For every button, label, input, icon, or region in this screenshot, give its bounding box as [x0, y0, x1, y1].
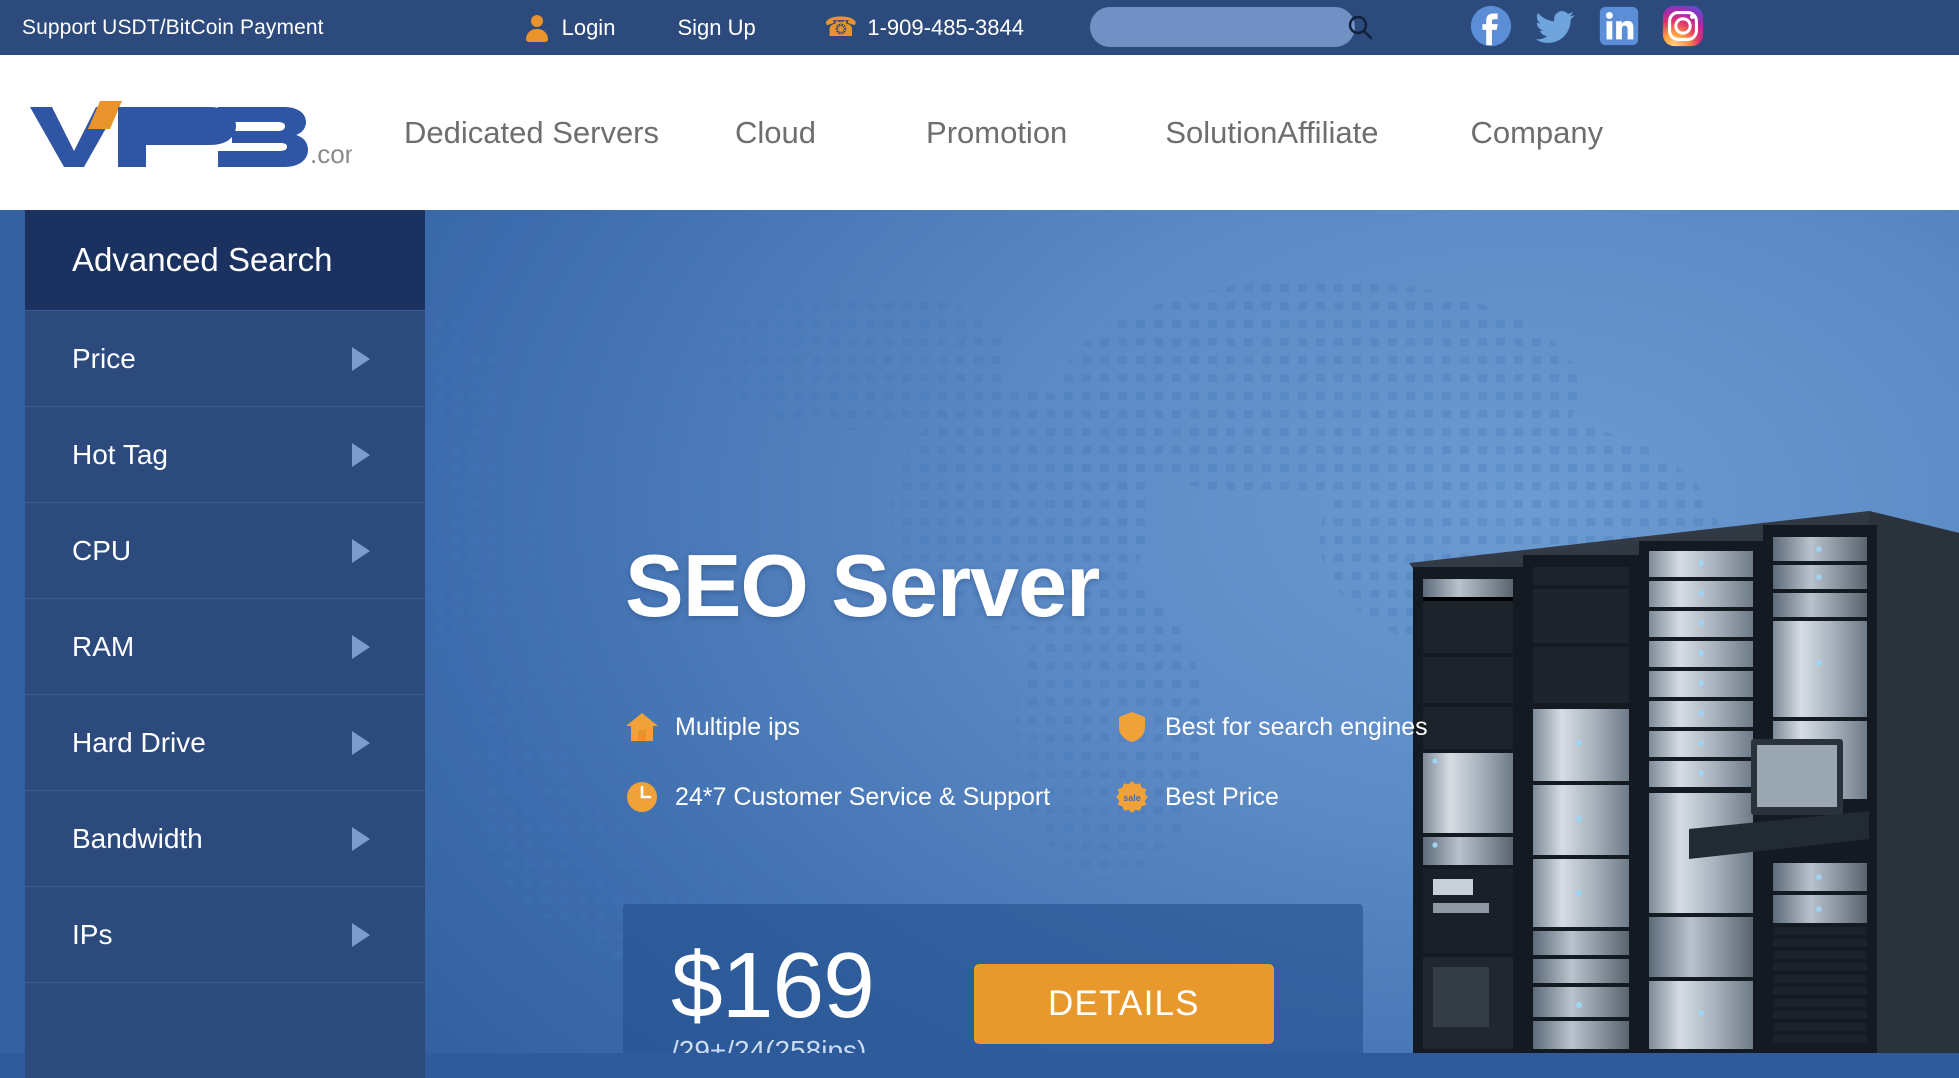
nav-item-solution[interactable]: Solution	[1165, 107, 1277, 159]
sidebar-item-label: RAM	[72, 630, 135, 662]
linkedin-icon[interactable]	[1596, 3, 1642, 49]
feature-label: Multiple ips	[675, 712, 801, 741]
nav-item-company[interactable]: Company	[1470, 107, 1603, 159]
feature-label: Best Price	[1165, 782, 1279, 811]
price-amount: $169	[671, 932, 875, 1037]
search-icon	[1348, 15, 1373, 40]
chevron-right-icon	[352, 730, 370, 755]
price-block: $169 /29+/24(258ips)	[671, 932, 875, 1053]
server-rack-image	[1409, 511, 1959, 1053]
nav-item-promotion[interactable]: Promotion	[926, 107, 1067, 159]
home-icon	[626, 713, 658, 741]
hero-title: SEO Server	[625, 536, 1100, 635]
sidebar-item-price[interactable]: Price	[25, 310, 425, 406]
chevron-right-icon	[352, 826, 370, 851]
facebook-icon[interactable]	[1468, 3, 1514, 49]
sidebar-item-ram[interactable]: RAM	[25, 598, 425, 694]
sidebar-item-cpu[interactable]: CPU	[25, 502, 425, 598]
sidebar-header: Advanced Search	[25, 210, 425, 310]
phone-number: 1-909-485-3844	[867, 14, 1024, 40]
login-link[interactable]: Login	[562, 15, 616, 41]
social-links	[1468, 3, 1706, 49]
chevron-right-icon	[352, 538, 370, 563]
sidebar-item-bandwidth[interactable]: Bandwidth	[25, 790, 425, 886]
sidebar-item-hard-drive[interactable]: Hard Drive	[25, 694, 425, 790]
svg-text:sale: sale	[1123, 793, 1141, 803]
account-links: Login Sign Up ☎ 1-909-485-3844	[524, 12, 1024, 42]
phone-icon: ☎	[823, 12, 858, 42]
price-panel: $169 /29+/24(258ips) DETAILS	[623, 904, 1363, 1053]
hero-feature-list: Multiple ips Best for search engines 24*…	[625, 692, 1428, 832]
chevron-right-icon	[352, 442, 370, 467]
price-subtext: /29+/24(258ips)	[671, 1035, 867, 1053]
phone-block[interactable]: ☎ 1-909-485-3844	[823, 12, 1024, 42]
sidebar-item-label: Hot Tag	[72, 438, 168, 470]
chevron-right-icon	[352, 922, 370, 947]
advanced-search-sidebar: Advanced Search Price Hot Tag CPU RAM Ha…	[25, 210, 425, 1078]
sidebar-item-ips[interactable]: IPs	[25, 886, 425, 982]
user-icon	[524, 14, 550, 42]
sidebar-item-label: CPU	[72, 534, 132, 566]
clock-icon	[627, 782, 657, 812]
logo-domain-suffix: .com	[310, 139, 352, 169]
main-nav: Dedicated Servers Cloud Promotion Soluti…	[404, 107, 1603, 159]
signup-link[interactable]: Sign Up	[677, 15, 755, 41]
feature-best-price: sale Best Price	[1115, 762, 1428, 832]
nav-item-affiliate[interactable]: Affiliate	[1277, 107, 1378, 159]
nav-item-cloud[interactable]: Cloud	[735, 107, 816, 159]
twitter-icon[interactable]	[1532, 3, 1578, 49]
sidebar-title: Advanced Search	[72, 241, 333, 278]
site-logo[interactable]: .com	[22, 93, 352, 173]
top-utility-bar: Support USDT/BitCoin Payment Login Sign …	[0, 0, 1959, 55]
nav-item-dedicated-servers[interactable]: Dedicated Servers	[404, 107, 659, 159]
search-input[interactable]	[1090, 7, 1347, 47]
instagram-icon[interactable]	[1660, 3, 1706, 49]
feature-multiple-ips: Multiple ips	[625, 692, 1095, 762]
details-button[interactable]: DETAILS	[973, 964, 1274, 1044]
search-box[interactable]	[1090, 7, 1373, 47]
feature-label: 24*7 Customer Service & Support	[675, 782, 1051, 811]
chevron-right-icon	[352, 634, 370, 659]
feature-24x7-support: 24*7 Customer Service & Support	[625, 762, 1095, 832]
feature-best-for-search-engines: Best for search engines	[1115, 692, 1428, 762]
support-payment-text: Support USDT/BitCoin Payment	[22, 15, 324, 39]
shield-icon	[1119, 712, 1145, 742]
site-header: .com Dedicated Servers Cloud Promotion S…	[0, 55, 1959, 210]
search-button[interactable]	[1347, 7, 1373, 47]
chevron-right-icon	[352, 346, 370, 371]
sidebar-item-label: Price	[72, 342, 136, 374]
sidebar-item-partial[interactable]	[25, 982, 425, 1078]
sidebar-item-label: IPs	[72, 918, 113, 950]
feature-label: Best for search engines	[1165, 712, 1428, 741]
sidebar-item-hot-tag[interactable]: Hot Tag	[25, 406, 425, 502]
sale-badge-icon: sale	[1116, 781, 1148, 813]
sidebar-item-label: Bandwidth	[72, 822, 203, 854]
sidebar-item-label: Hard Drive	[72, 726, 206, 758]
